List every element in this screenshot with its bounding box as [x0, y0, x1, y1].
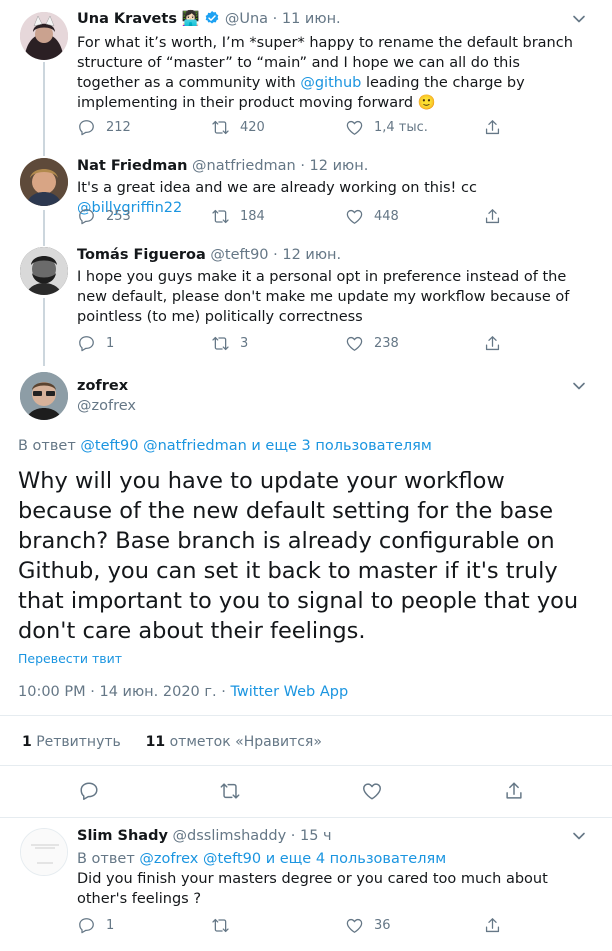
reply-button[interactable]: 1 [77, 334, 114, 353]
replying-to-links[interactable]: @zofrex @teft90 и еще 4 пользователям [139, 851, 446, 867]
avatar[interactable] [20, 12, 68, 60]
tweet-header: Tomás Figueroa @teft90 · 12 июн. [77, 247, 341, 263]
tweet-date[interactable]: · 11 июн. [273, 11, 341, 27]
share-button[interactable] [483, 916, 502, 935]
tweet-timestamp: 10:00 PM · 14 июн. 2020 г. · Twitter Web… [18, 684, 349, 700]
tweet-text: I hope you guys make it a personal opt i… [77, 269, 570, 325]
divider [0, 765, 612, 766]
retweet-icon [219, 780, 241, 802]
replying-to-links[interactable]: @teft90 @natfriedman и еще 3 пользовател… [80, 438, 431, 454]
reply-icon [77, 916, 96, 935]
reply-button[interactable] [78, 780, 100, 802]
reply-button[interactable]: 1 [77, 916, 114, 935]
tweet[interactable]: Nat Friedman @natfriedman · 12 июн. It's… [0, 150, 612, 242]
like-button[interactable]: 1,4 тыс. [345, 118, 428, 137]
tweet[interactable]: Una Kravets 👩🏻‍💻 @Una · 11 июн. For what… [0, 0, 612, 150]
share-button[interactable] [503, 780, 525, 802]
tweet-text: For what it’s worth, I’m *super* happy t… [77, 35, 573, 111]
author-handle[interactable]: @zofrex [77, 398, 136, 414]
tweet-date[interactable]: · 15 ч [291, 828, 332, 844]
divider [0, 715, 612, 716]
author-handle[interactable]: @natfriedman [192, 158, 296, 174]
main-tweet-actions [0, 780, 612, 804]
tweet-text: Did you finish your masters degree or yo… [77, 871, 548, 907]
main-tweet-text: Why will you have to update your workflo… [18, 468, 579, 644]
author-name[interactable]: Tomás Figueroa [77, 247, 206, 263]
retweet-button[interactable]: 420 [211, 118, 265, 137]
tweet-header: Slim Shady @dsslimshaddy · 15 ч [77, 828, 332, 844]
retweet-icon [211, 118, 230, 137]
like-button[interactable]: 448 [345, 207, 399, 226]
tweet-header: Nat Friedman @natfriedman · 12 июн. [77, 158, 368, 174]
tweet-date[interactable]: · 12 июн. [300, 158, 368, 174]
like-icon [345, 207, 364, 226]
name-emoji: 👩🏻‍💻 [181, 11, 200, 27]
translate-link[interactable]: Перевести твит [18, 651, 122, 666]
like-icon [345, 118, 364, 137]
like-button[interactable] [361, 780, 383, 802]
like-button[interactable]: 238 [345, 334, 399, 353]
tweet[interactable]: Slim Shady @dsslimshaddy · 15 ч В ответ … [0, 818, 612, 951]
reply-icon [77, 118, 96, 137]
author-name[interactable]: Slim Shady [77, 828, 168, 844]
tweet-stats: 1 Ретвитнуть 11 отметок «Нравится» [22, 734, 322, 750]
avatar[interactable] [20, 828, 68, 876]
like-icon [345, 334, 364, 353]
retweet-button[interactable] [211, 916, 230, 935]
chevron-down-icon[interactable] [572, 381, 586, 391]
author-handle[interactable]: @dsslimshaddy [173, 828, 287, 844]
share-icon [483, 207, 502, 226]
like-button[interactable]: 36 [345, 916, 391, 935]
share-button[interactable] [483, 207, 502, 226]
avatar[interactable] [20, 372, 68, 420]
reply-icon [78, 780, 100, 802]
share-button[interactable] [483, 118, 502, 137]
retweet-button[interactable]: 3 [211, 334, 248, 353]
replying-to: В ответ @zofrex @teft90 и еще 4 пользова… [77, 851, 447, 867]
retweet-button[interactable]: 184 [211, 207, 265, 226]
tweet-actions: 212 420 1,4 тыс. [77, 118, 517, 138]
share-button[interactable] [483, 334, 502, 353]
reply-icon [77, 207, 96, 226]
share-icon [483, 118, 502, 137]
author-handle[interactable]: @teft90 [210, 247, 268, 263]
tweet-actions: 253 184 448 [77, 207, 517, 227]
reply-button[interactable]: 253 [77, 207, 131, 226]
avatar[interactable] [20, 158, 68, 206]
smile-emoji: 🙂 [417, 95, 436, 111]
mention-link[interactable]: @github [300, 75, 361, 91]
author-name[interactable]: Una Kravets [77, 11, 177, 27]
source-link[interactable]: Twitter Web App [230, 684, 348, 700]
author-name[interactable]: Nat Friedman [77, 158, 187, 174]
reply-button[interactable]: 212 [77, 118, 131, 137]
chevron-down-icon[interactable] [572, 831, 586, 841]
tweet-header: Una Kravets 👩🏻‍💻 @Una · 11 июн. [77, 10, 341, 30]
like-stat[interactable]: 11 отметок «Нравится» [146, 734, 322, 750]
tweet[interactable]: Tomás Figueroa @teft90 · 12 июн. I hope … [0, 239, 612, 367]
author-handle[interactable]: @Una [225, 11, 268, 27]
retweet-icon [211, 916, 230, 935]
author-name[interactable]: zofrex [77, 378, 128, 394]
retweet-button[interactable] [219, 780, 241, 802]
share-icon [503, 780, 525, 802]
avatar[interactable] [20, 247, 68, 295]
retweet-icon [211, 207, 230, 226]
replying-to: В ответ @teft90 @natfriedman и еще 3 пол… [18, 438, 432, 454]
verified-icon [204, 10, 220, 30]
tweet-actions: 1 3 238 [77, 334, 517, 354]
tweet-actions: 1 36 [77, 916, 517, 936]
like-icon [345, 916, 364, 935]
reply-icon [77, 334, 96, 353]
like-icon [361, 780, 383, 802]
share-icon [483, 334, 502, 353]
tweet-date[interactable]: · 12 июн. [273, 247, 341, 263]
retweet-icon [211, 334, 230, 353]
retweet-stat[interactable]: 1 Ретвитнуть [22, 734, 121, 750]
share-icon [483, 916, 502, 935]
chevron-down-icon[interactable] [572, 14, 586, 24]
